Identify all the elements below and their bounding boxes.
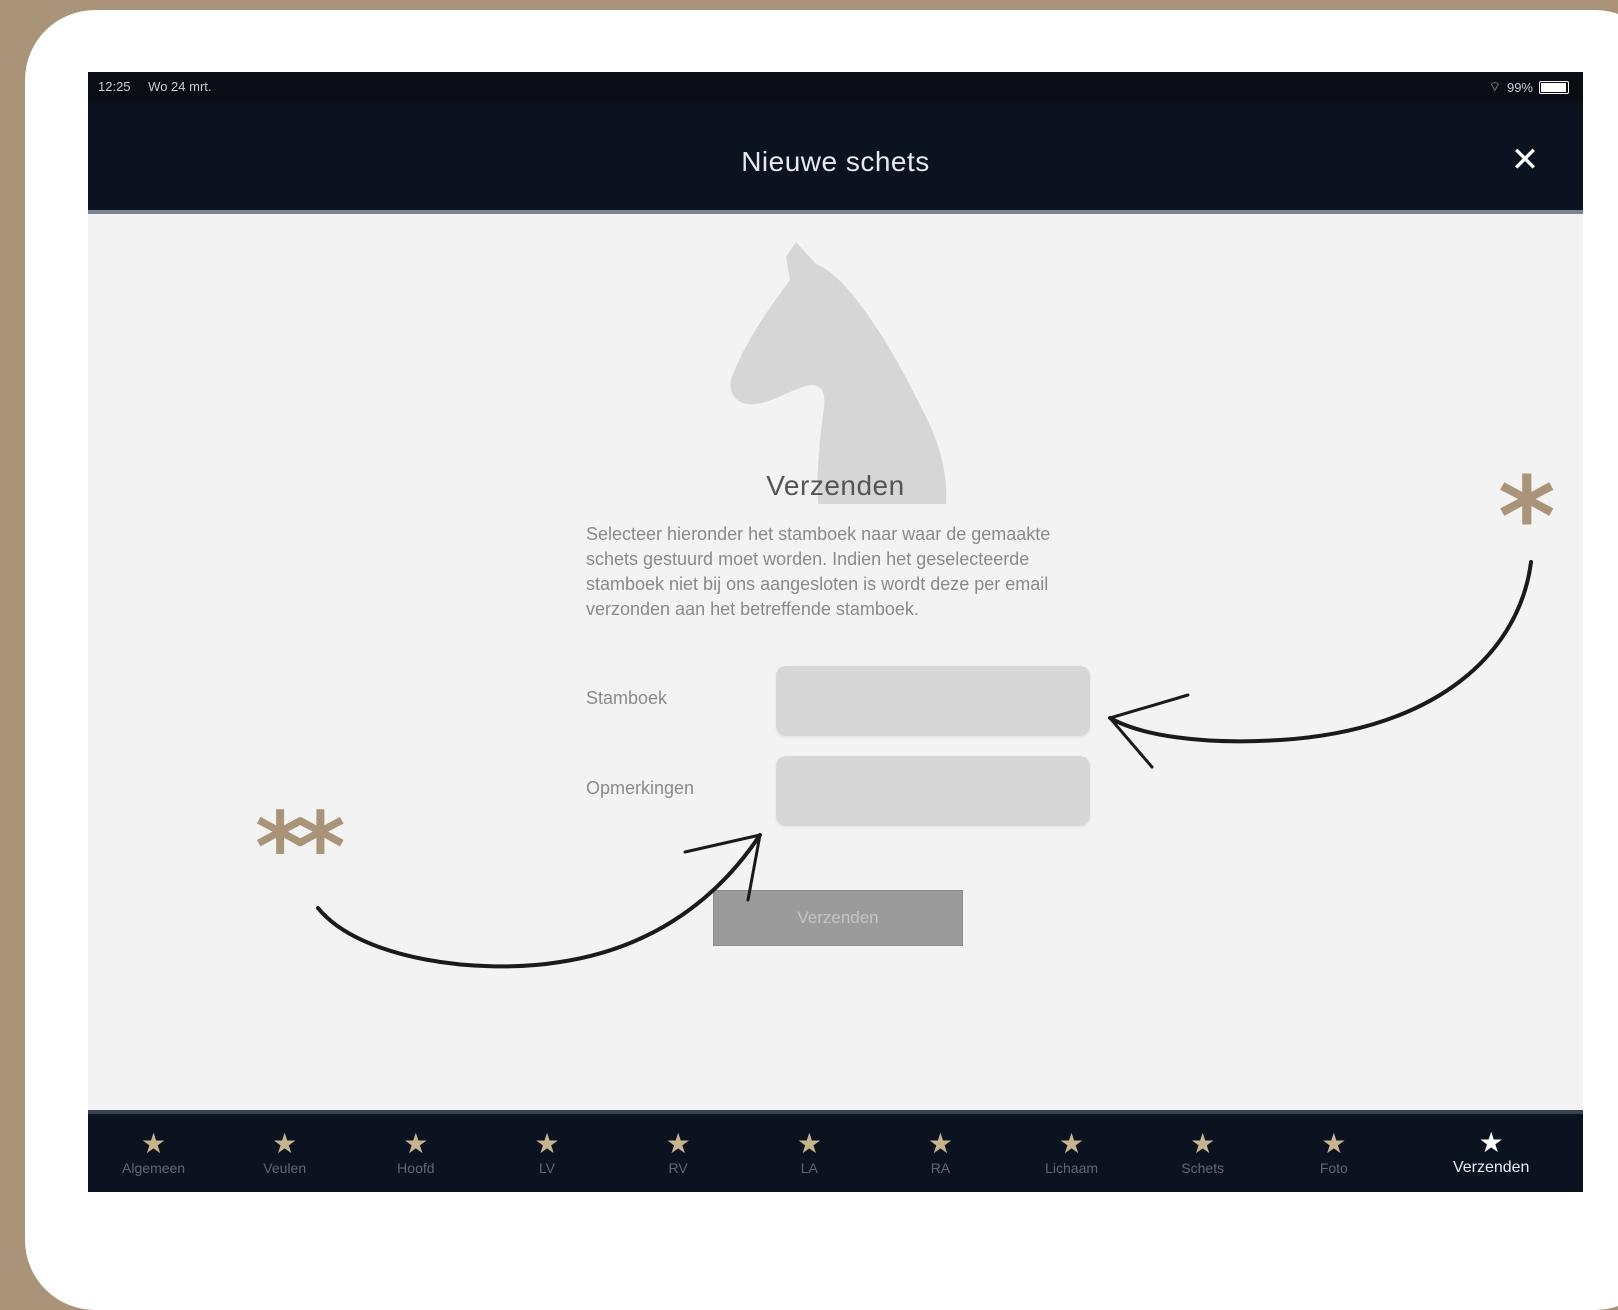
- arrow-to-stamboek: [1108, 560, 1533, 744]
- arrowhead-opmerkingen: [683, 833, 762, 902]
- arrow-to-opmerkingen: [316, 833, 762, 969]
- annotation-arrows: [316, 560, 1533, 969]
